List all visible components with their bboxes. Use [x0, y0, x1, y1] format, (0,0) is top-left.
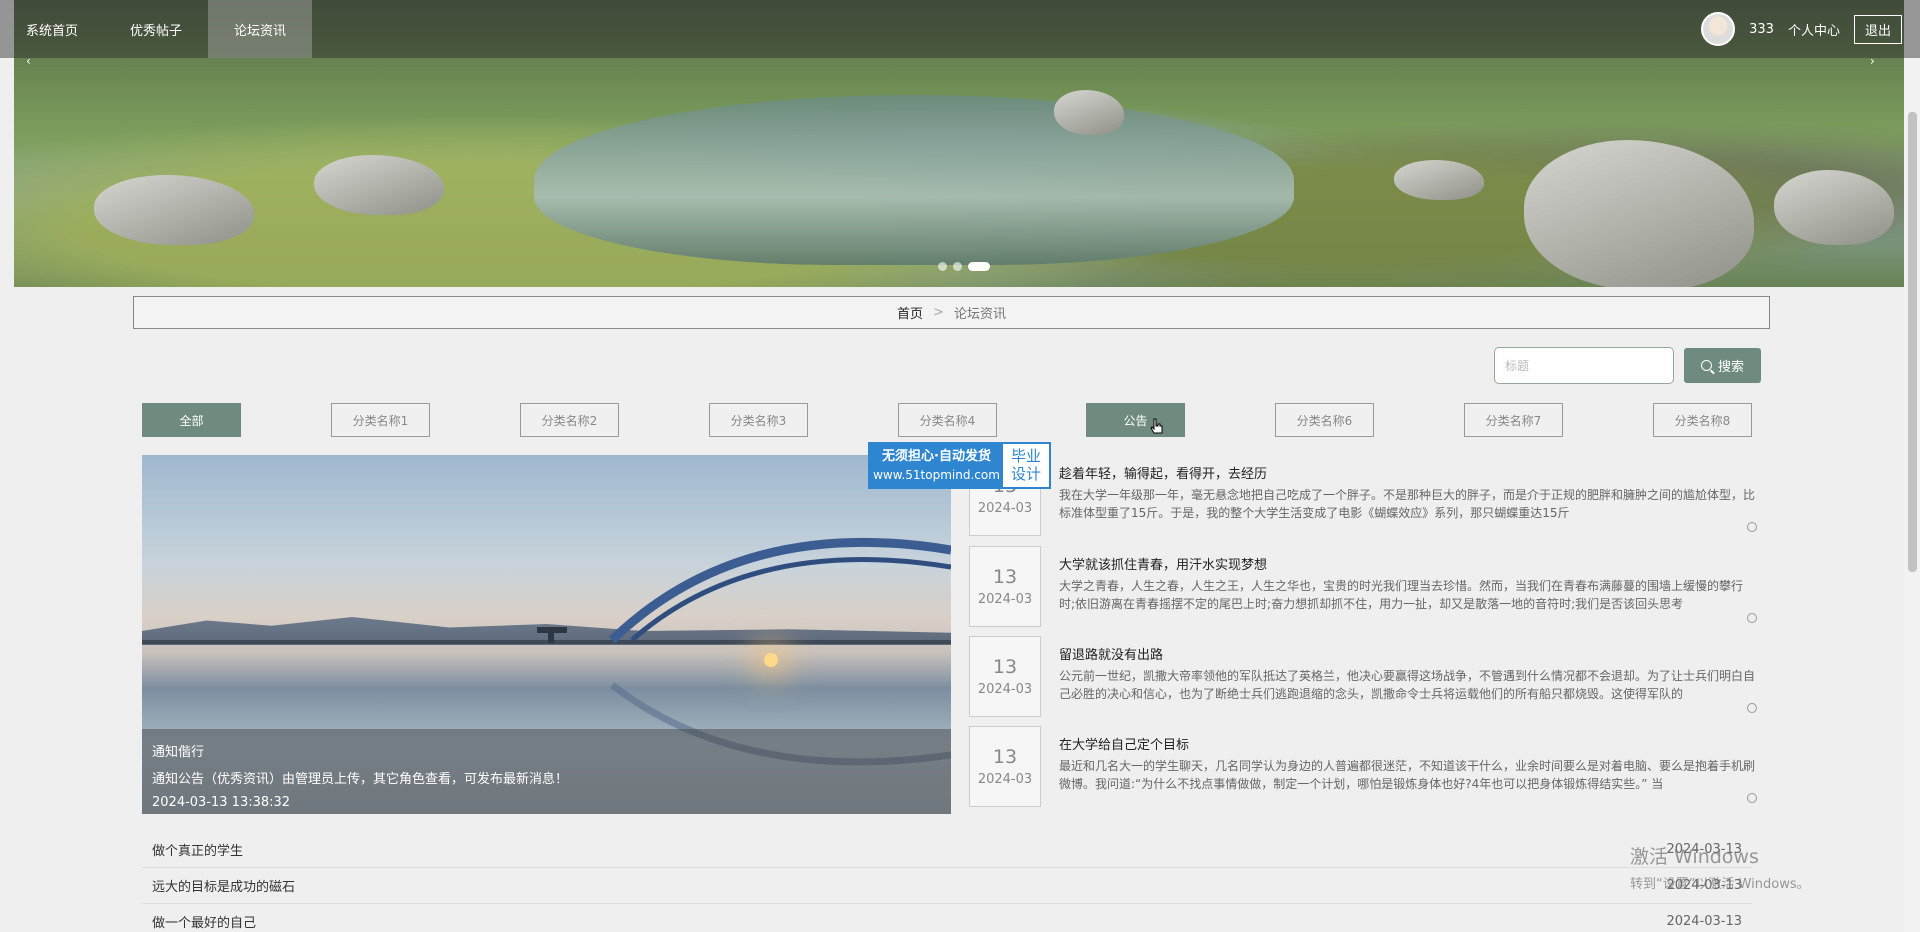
slider-dots — [938, 262, 990, 271]
news-day: 13 — [992, 656, 1018, 678]
banner-rock — [1774, 170, 1894, 245]
activation-line-1: 激活 Windows — [1630, 846, 1759, 868]
breadcrumb-current: 论坛资讯 — [953, 307, 1006, 322]
breadcrumb: 首页 > 论坛资讯 — [133, 296, 1770, 329]
news-item[interactable]: 13 2024-03 趁着年轻，输得起，看得开，去经历 我在大学一年级那一年，毫… — [969, 455, 1759, 536]
news-year-month: 2024-03 — [977, 592, 1033, 607]
sun — [764, 653, 778, 667]
slider-dot[interactable] — [953, 262, 962, 271]
bridge-arch — [608, 537, 951, 644]
news-year-month: 2024-03 — [977, 772, 1033, 787]
tab-category-8[interactable]: 分类名称8 — [1653, 403, 1752, 437]
promo-badge-url: www.51topmind.com — [873, 468, 1000, 483]
list-item[interactable]: 远大的目标是成功的磁石 2024-03-13 — [142, 868, 1752, 904]
news-title[interactable]: 趁着年轻，输得起，看得开，去经历 — [1059, 463, 1267, 482]
news-body: 最近和几名大一的学生聊天，几名同学认为身边的人普遍都很迷茫，不知道该干什么，业余… — [1059, 759, 1756, 791]
bridge-deck — [142, 640, 951, 644]
promo-badge-right: 毕业 设计 — [1003, 444, 1049, 487]
tab-category-4[interactable]: 分类名称4 — [898, 403, 997, 437]
list-item-title[interactable]: 做一个最好的自己 — [152, 912, 256, 931]
search-icon — [1700, 360, 1712, 371]
promo-badge-left: 无须担心·自动发货 www.51topmind.com — [870, 444, 1003, 487]
tab-category-7[interactable]: 分类名称7 — [1464, 403, 1563, 437]
chevron-right-icon[interactable]: › — [1870, 54, 1875, 68]
list-item-date: 2024-03-13 — [1666, 914, 1742, 929]
scrollbar[interactable] — [1904, 0, 1920, 932]
banner-rock — [1394, 160, 1484, 200]
news-day: 13 — [992, 566, 1018, 588]
tab-all[interactable]: 全部 — [142, 403, 241, 437]
tower-post — [548, 631, 554, 643]
bridge-arch-inner — [630, 557, 951, 642]
news-item[interactable]: 13 2024-03 在大学给自己定个目标 最近和几名大一的学生聊天，几名同学认… — [969, 726, 1759, 807]
scrollbar-thumb[interactable] — [1908, 112, 1917, 572]
featured-title: 通知偕行 — [152, 745, 205, 760]
featured-description: 通知公告（优秀资讯）由管理员上传，其它角色查看，可发布最新消息！ — [152, 772, 569, 787]
search-input[interactable] — [1494, 347, 1674, 384]
tab-category-6[interactable]: 分类名称6 — [1275, 403, 1374, 437]
breadcrumb-separator: > — [933, 305, 944, 320]
hand-cursor-icon — [1150, 418, 1163, 434]
list-item[interactable]: 做个真正的学生 2024-03-13 — [142, 832, 1752, 868]
more-icon[interactable] — [1747, 522, 1757, 532]
news-body: 大学之青春，人生之春，人生之王，人生之华也，宝贵的时光我们理当去珍惜。然而，当我… — [1059, 579, 1744, 611]
news-date-box: 13 2024-03 — [969, 546, 1041, 627]
featured-caption: 通知偕行 通知公告（优秀资讯）由管理员上传，其它角色查看，可发布最新消息！ 20… — [142, 729, 951, 814]
more-icon[interactable] — [1747, 793, 1757, 803]
banner-rock — [94, 175, 254, 245]
tab-category-3[interactable]: 分类名称3 — [709, 403, 808, 437]
list-item[interactable]: 做一个最好的自己 2024-03-13 — [142, 904, 1752, 932]
news-title[interactable]: 在大学给自己定个目标 — [1059, 734, 1189, 753]
banner-rock — [1054, 90, 1124, 135]
nav-item-news[interactable]: 论坛资讯 — [208, 0, 313, 58]
featured-time: 2024-03-13 13:38:32 — [152, 795, 291, 810]
tab-category-1[interactable]: 分类名称1 — [331, 403, 430, 437]
news-body: 公元前一世纪，凯撒大帝率领他的军队抵达了英格兰，他决心要赢得这场战争，不管遇到什… — [1059, 669, 1756, 701]
featured-news-card[interactable]: 通知偕行 通知公告（优秀资讯）由管理员上传，其它角色查看，可发布最新消息！ 20… — [142, 455, 951, 814]
user-area: 333 个人中心 退出 — [1701, 0, 1902, 58]
promo-badge: 无须担心·自动发货 www.51topmind.com 毕业 设计 — [868, 442, 1051, 489]
nav-item-home[interactable]: 系统首页 — [0, 0, 104, 58]
news-title[interactable]: 留退路就没有出路 — [1059, 644, 1163, 663]
list-item-title[interactable]: 做个真正的学生 — [152, 840, 243, 859]
promo-badge-slogan: 无须担心·自动发货 — [882, 448, 991, 464]
search-button-label: 搜索 — [1717, 360, 1744, 375]
breadcrumb-home[interactable]: 首页 — [897, 303, 923, 322]
news-year-month: 2024-03 — [977, 501, 1033, 516]
nav-item-posts[interactable]: 优秀帖子 — [104, 0, 208, 58]
news-body: 我在大学一年级那一年，毫无悬念地把自己吃成了一个胖子。不是那种巨大的胖子，而是介… — [1059, 488, 1756, 520]
news-date-box: 13 2024-03 — [969, 726, 1041, 807]
promo-badge-right-2: 设计 — [1010, 464, 1041, 483]
more-icon[interactable] — [1747, 613, 1757, 623]
avatar[interactable] — [1701, 12, 1736, 46]
news-item[interactable]: 13 2024-03 留退路就没有出路 公元前一世纪，凯撒大帝率领他的军队抵达了… — [969, 636, 1759, 717]
logout-button[interactable]: 退出 — [1853, 14, 1902, 44]
username: 333 — [1749, 21, 1774, 37]
chevron-left-icon[interactable]: ‹ — [26, 54, 31, 68]
windows-activation-watermark: 激活 Windows 转到“设置”以激活 Windows。 — [1630, 842, 1810, 892]
more-icon[interactable] — [1747, 703, 1757, 713]
tab-category-2[interactable]: 分类名称2 — [520, 403, 619, 437]
news-title[interactable]: 大学就该抓住青春，用汗水实现梦想 — [1059, 554, 1267, 573]
search-button[interactable]: 搜索 — [1684, 348, 1761, 383]
news-day: 13 — [992, 746, 1018, 768]
banner-rock — [314, 155, 444, 215]
news-date-box: 13 2024-03 — [969, 636, 1041, 717]
banner-rock — [1524, 140, 1754, 287]
activation-line-2: 转到“设置”以激活 Windows。 — [1630, 877, 1810, 892]
promo-badge-right-1: 毕业 — [1010, 447, 1041, 466]
news-item[interactable]: 13 2024-03 大学就该抓住青春，用汗水实现梦想 大学之青春，人生之春，人… — [969, 546, 1759, 627]
tab-announcement[interactable]: 公告 — [1086, 403, 1185, 437]
category-tabs: 全部 分类名称1 分类名称2 分类名称3 分类名称4 公告 分类名称6 分类名称… — [142, 403, 1752, 437]
top-navigation: 系统首页 优秀帖子 论坛资讯 333 个人中心 退出 — [0, 0, 1920, 58]
personal-center-link[interactable]: 个人中心 — [1788, 20, 1840, 39]
slider-dot[interactable] — [938, 262, 947, 271]
slider-dot-active[interactable] — [968, 262, 990, 271]
list-item-title[interactable]: 远大的目标是成功的磁石 — [152, 876, 295, 895]
news-year-month: 2024-03 — [977, 682, 1033, 697]
banner-lake — [534, 95, 1294, 265]
